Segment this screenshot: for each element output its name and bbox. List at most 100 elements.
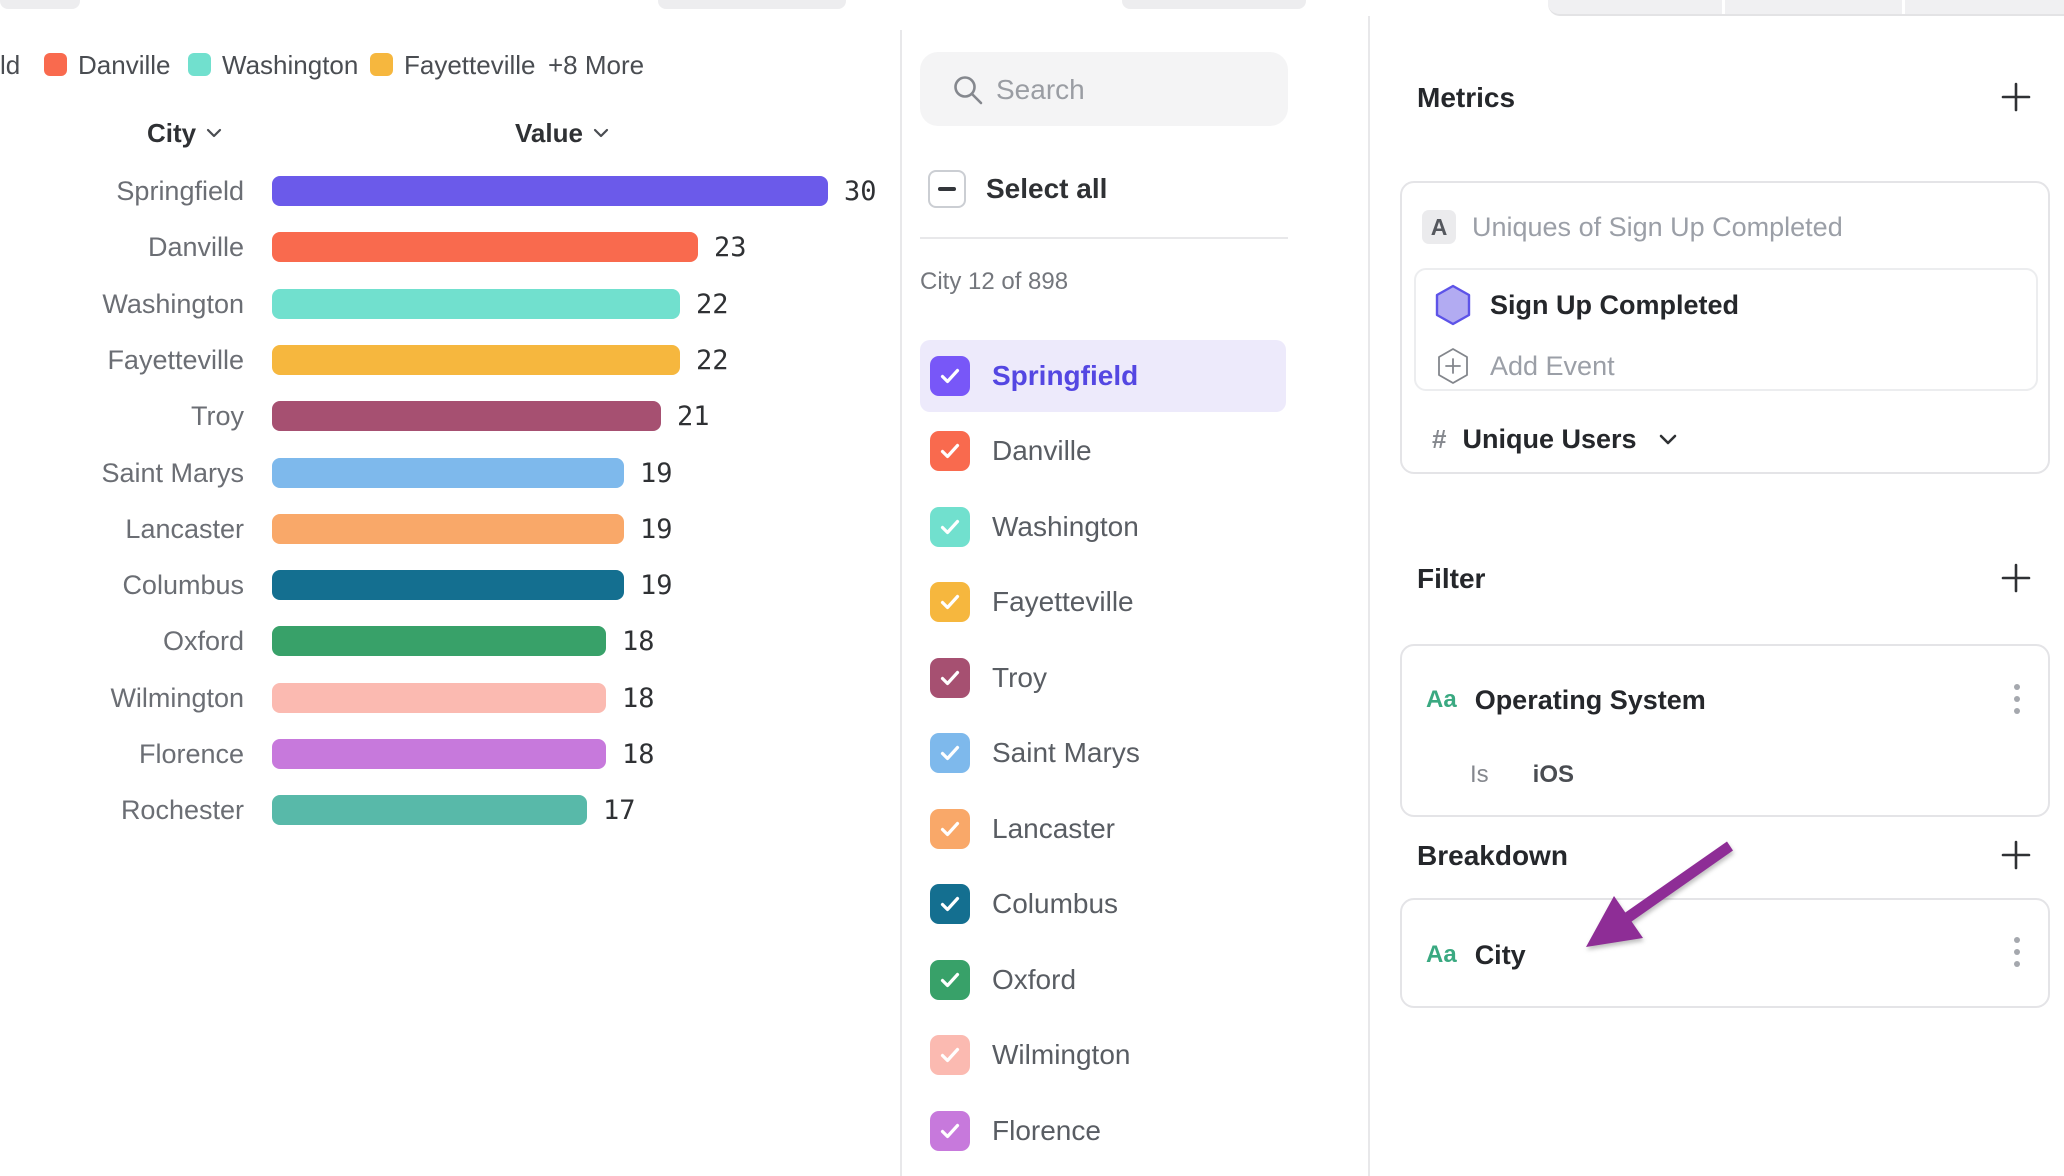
chart-row: Danville23 [0, 232, 900, 262]
bar-value-label: 23 [714, 233, 747, 263]
checkmark-icon [939, 742, 961, 764]
chart-row: Fayetteville22 [0, 345, 900, 375]
app-window: ld Danville Washington Fayetteville +8 M… [0, 0, 2064, 1176]
bar-category-label: Springfield [0, 176, 244, 206]
city-list-item[interactable]: Washington [920, 491, 1286, 563]
breakdown-menu-button[interactable] [2014, 937, 2020, 967]
city-list-item[interactable]: Lancaster [920, 793, 1286, 865]
checkmark-icon [939, 969, 961, 991]
bar-value-label: 19 [640, 515, 673, 545]
filter-property-row[interactable]: Aa Operating System [1426, 682, 1706, 718]
bar-value-label: 18 [622, 740, 655, 770]
city-list-item[interactable]: Oxford [920, 944, 1286, 1016]
checkmark-icon [939, 516, 961, 538]
checkmark-icon [939, 365, 961, 387]
bar-category-label: Saint Marys [0, 458, 244, 488]
chart-panel: ld Danville Washington Fayetteville +8 M… [0, 0, 900, 1176]
bar-value-label: 18 [622, 627, 655, 657]
panel-divider [1368, 16, 1370, 1176]
chart-row: Rochester17 [0, 795, 900, 825]
city-checkbox[interactable] [930, 356, 970, 396]
event-row[interactable]: Sign Up Completed [1434, 284, 1739, 326]
indeterminate-minus-icon [938, 187, 956, 191]
bar-category-label: Lancaster [0, 514, 244, 544]
search-box[interactable] [920, 52, 1288, 126]
checkmark-icon [939, 1044, 961, 1066]
bar-value-label: 18 [622, 684, 655, 714]
city-list-item[interactable]: Danville [920, 415, 1286, 487]
breakdown-property-row[interactable]: Aa City [1426, 937, 1526, 973]
breakdown-card[interactable]: Aa City [1400, 898, 2050, 1008]
city-checkbox[interactable] [930, 658, 970, 698]
city-label: Columbus [992, 868, 1118, 940]
event-card: Sign Up Completed Add Event [1414, 268, 2038, 391]
bar-category-label: Florence [0, 739, 244, 769]
checkmark-icon [939, 818, 961, 840]
chart-row: Florence 18 [0, 739, 900, 769]
city-list-item[interactable]: Florence [920, 1095, 1286, 1167]
bar [272, 739, 606, 769]
checkmark-icon [939, 893, 961, 915]
tab-divider [1722, 0, 1725, 14]
bar [272, 401, 661, 431]
city-list-item[interactable]: Wilmington [920, 1019, 1286, 1091]
add-metric-button[interactable] [2000, 81, 2032, 113]
count-type-selector[interactable]: # Unique Users [1432, 421, 1677, 457]
filter-property-name: Operating System [1475, 685, 1706, 716]
filter-condition-row[interactable]: Is iOS [1470, 760, 1574, 790]
panel-divider [900, 30, 902, 1176]
city-checkbox[interactable] [930, 582, 970, 622]
city-list-item[interactable]: Fayetteville [920, 566, 1286, 638]
metrics-section-title: Metrics [1417, 82, 1515, 114]
select-all-checkbox[interactable] [928, 170, 966, 208]
chart-row: Troy21 [0, 401, 900, 431]
city-checkbox[interactable] [930, 809, 970, 849]
bar-category-label: Columbus [0, 570, 244, 600]
select-all-label[interactable]: Select all [986, 172, 1107, 206]
add-breakdown-button[interactable] [2000, 839, 2032, 871]
add-filter-button[interactable] [2000, 562, 2032, 594]
city-list-item[interactable]: Springfield [920, 340, 1286, 412]
city-label: Springfield [992, 340, 1138, 412]
city-checkbox[interactable] [930, 1035, 970, 1075]
city-checkbox[interactable] [930, 1111, 970, 1151]
metric-letter-badge: A [1422, 210, 1456, 244]
city-checkbox[interactable] [930, 884, 970, 924]
add-event-row[interactable]: Add Event [1436, 346, 1615, 386]
checkmark-icon [939, 440, 961, 462]
chart-row: Wilmington18 [0, 683, 900, 713]
add-event-label: Add Event [1490, 351, 1615, 382]
search-input[interactable] [994, 52, 1278, 128]
city-checkbox[interactable] [930, 507, 970, 547]
city-list-item[interactable]: Saint Marys [920, 717, 1286, 789]
bar-category-label: Fayetteville [0, 345, 244, 375]
city-label: Danville [992, 415, 1092, 487]
city-checkbox[interactable] [930, 431, 970, 471]
city-list-item[interactable]: Troy [920, 642, 1286, 714]
bar-value-label: 22 [696, 290, 729, 320]
bar [272, 458, 624, 488]
city-label: Oxford [992, 944, 1076, 1016]
bar-value-label: 30 [844, 177, 877, 207]
city-label: Lancaster [992, 793, 1115, 865]
bar [272, 289, 680, 319]
chart-row: Springfield 30 [0, 176, 900, 206]
metric-card[interactable]: A Uniques of Sign Up Completed Sign Up C… [1400, 181, 2050, 474]
city-checkbox[interactable] [930, 733, 970, 773]
city-checkbox[interactable] [930, 960, 970, 1000]
checkmark-icon [939, 591, 961, 613]
filter-menu-button[interactable] [2014, 684, 2020, 714]
chart-row: Lancaster 19 [0, 514, 900, 544]
add-event-hexagon-icon [1436, 347, 1470, 385]
top-tab-bar [1548, 0, 2064, 16]
filter-card[interactable]: Aa Operating System Is iOS [1400, 644, 2050, 817]
filter-section-title: Filter [1417, 563, 1485, 595]
breakdown-section-title: Breakdown [1417, 840, 1568, 872]
bar [272, 795, 587, 825]
chart-row: Washington22 [0, 289, 900, 319]
city-list-item[interactable]: Columbus [920, 868, 1286, 940]
bar-value-label: 21 [677, 402, 710, 432]
chart-row: Columbus19 [0, 570, 900, 600]
bar [272, 570, 624, 600]
bar-value-label: 19 [640, 459, 673, 489]
